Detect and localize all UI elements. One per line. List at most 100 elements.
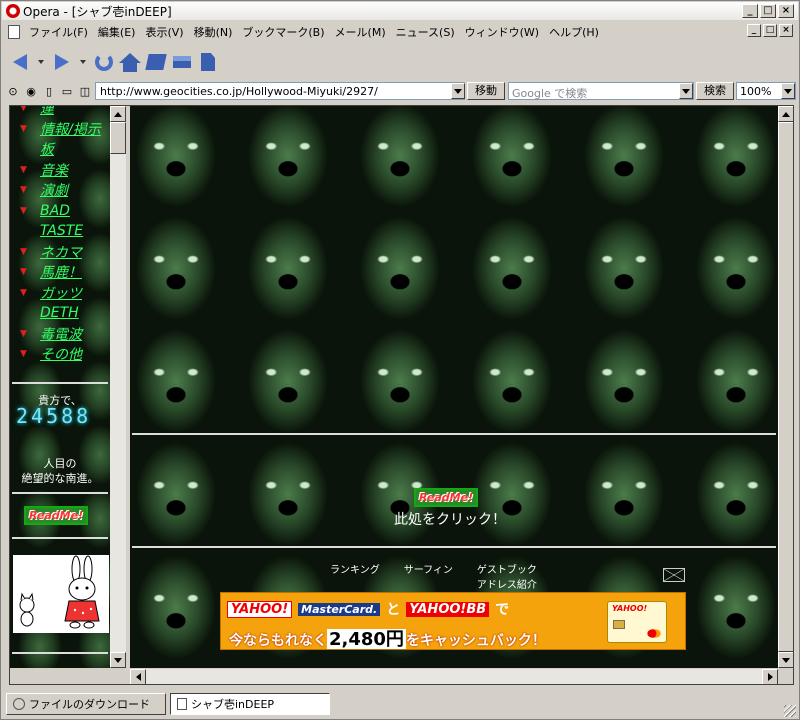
menu-help[interactable]: ヘルプ(H) xyxy=(544,24,604,40)
envelope-icon[interactable] xyxy=(663,568,685,582)
scroll-left-button[interactable] xyxy=(130,669,146,684)
arrow-down-icon: ▼ xyxy=(20,246,27,257)
menu-window[interactable]: ウィンドウ(W) xyxy=(460,24,544,40)
nav-link[interactable]: 板 xyxy=(10,139,110,160)
home-icon xyxy=(119,52,141,63)
menu-bar: ファイル(F) 編集(E) 表示(V) 移動(N) ブックマーク(B) メール(… xyxy=(2,22,798,42)
banner-yahoo: YAHOO! xyxy=(227,600,293,618)
back-arrow-icon xyxy=(13,54,27,70)
lock-icon[interactable]: ◫ xyxy=(78,84,92,98)
hotlist-icon xyxy=(145,54,167,70)
menu-news[interactable]: ニュース(S) xyxy=(391,24,460,40)
back-dropdown[interactable] xyxy=(36,51,46,73)
chevron-down-icon xyxy=(80,60,86,64)
hotlist-button[interactable] xyxy=(145,51,167,73)
page-button[interactable] xyxy=(198,51,218,73)
ranking-link[interactable]: ランキング xyxy=(330,561,380,591)
banner-yahoo-bb: YAHOO!BB xyxy=(406,601,490,617)
nav-link[interactable]: ▼ 演劇 xyxy=(10,180,110,201)
print-button[interactable] xyxy=(172,51,192,73)
forward-button[interactable] xyxy=(52,51,72,73)
divider xyxy=(12,382,108,384)
page-info-icon[interactable]: ▭ xyxy=(60,84,74,98)
scroll-up-button[interactable] xyxy=(778,106,793,122)
banner-de: で xyxy=(495,602,510,618)
go-button[interactable]: 移動 xyxy=(467,82,505,100)
menu-mail[interactable]: メール(M) xyxy=(330,24,391,40)
click-here-text[interactable]: 此処をクリック！ xyxy=(130,509,770,529)
left-vertical-scrollbar[interactable] xyxy=(110,106,126,668)
card-chip-icon xyxy=(613,620,625,629)
surfing-link[interactable]: サーフィン xyxy=(404,561,453,591)
nav-link[interactable]: ▼ ネカマ xyxy=(10,242,110,263)
divider xyxy=(12,652,108,654)
scroll-thumb[interactable] xyxy=(110,122,126,154)
camera-icon[interactable]: ◉ xyxy=(24,84,38,98)
scroll-down-button[interactable] xyxy=(110,652,126,668)
resize-grip-icon[interactable] xyxy=(784,705,796,717)
zoom-dropdown[interactable] xyxy=(781,83,795,99)
banner-line2-post: をキャッシュバック！ xyxy=(405,633,546,649)
close-button[interactable]: × xyxy=(778,4,794,18)
download-icon xyxy=(13,698,25,710)
chevron-down-icon xyxy=(784,88,792,94)
search-button[interactable]: 検索 xyxy=(696,82,734,100)
footer-links: ランキング サーフィン ゲストブック アドレス紹介 xyxy=(330,561,537,591)
readme-button[interactable]: ReadMe! xyxy=(24,506,89,525)
nav-link[interactable]: ▼ その他 xyxy=(10,344,110,365)
back-button[interactable] xyxy=(10,51,30,73)
nav-link[interactable]: ▼ 馬鹿！ xyxy=(10,262,110,283)
scroll-right-button[interactable] xyxy=(762,669,778,684)
address-input[interactable]: http://www.geocities.co.jp/Hollywood-Miy… xyxy=(95,82,465,100)
chevron-down-icon xyxy=(38,60,44,64)
tab-label: ファイルのダウンロード xyxy=(29,698,150,711)
main-horizontal-scrollbar[interactable] xyxy=(130,669,778,684)
menu-bookmarks[interactable]: ブックマーク(B) xyxy=(237,24,329,40)
nav-link[interactable]: ▼ 毒電波 xyxy=(10,324,110,345)
nav-link[interactable]: ▼ 情報/掲示 xyxy=(10,119,110,140)
scrollbar-corner xyxy=(778,669,793,684)
menu-file[interactable]: ファイル(F) xyxy=(24,24,93,40)
menu-view[interactable]: 表示(V) xyxy=(140,24,188,40)
main-vertical-scrollbar[interactable] xyxy=(778,106,793,668)
arrow-up-icon xyxy=(114,111,122,117)
tab-page[interactable]: シャブ壱inDEEP xyxy=(170,693,330,715)
nav-link[interactable]: ▼ ガッツ xyxy=(10,283,110,304)
address-dropdown[interactable] xyxy=(451,83,465,99)
menu-navigate[interactable]: 移動(N) xyxy=(189,24,238,40)
security-icon[interactable]: ⊙ xyxy=(6,84,20,98)
doc-minimize-button[interactable]: _ xyxy=(747,24,761,37)
nav-link[interactable]: ▼ 音楽 xyxy=(10,160,110,181)
readme-button-main[interactable]: ReadMe! xyxy=(414,488,479,507)
divider xyxy=(132,546,776,548)
chevron-down-icon xyxy=(682,88,690,94)
banner-and: と xyxy=(386,602,401,618)
yahoo-bb-banner[interactable]: YAHOO! MasterCard. と YAHOO!BB で 今ならもれなく 2… xyxy=(220,592,686,650)
status-bar: ファイルのダウンロード シャブ壱inDEEP xyxy=(2,689,798,719)
search-dropdown[interactable] xyxy=(679,83,693,99)
scroll-thumb[interactable] xyxy=(778,122,793,652)
arrow-down-icon: ▼ xyxy=(20,349,27,360)
main-frame: ReadMe! 此処をクリック！ ランキング サーフィン ゲストブック アドレス紹… xyxy=(130,106,778,668)
reload-icon xyxy=(95,53,113,71)
scroll-down-button[interactable] xyxy=(778,652,793,668)
maximize-button[interactable]: □ xyxy=(760,4,776,18)
nav-link[interactable]: TASTE xyxy=(10,221,110,242)
doc-restore-button[interactable]: □ xyxy=(763,24,777,37)
doc-close-button[interactable]: × xyxy=(779,24,793,37)
nav-link[interactable]: ▼ 運 xyxy=(10,106,110,119)
tab-downloads[interactable]: ファイルのダウンロード xyxy=(6,693,166,715)
blank-page-icon[interactable]: ▯ xyxy=(42,84,56,98)
scroll-up-button[interactable] xyxy=(110,106,126,122)
home-button[interactable] xyxy=(119,51,141,73)
guestbook-link[interactable]: ゲストブック アドレス紹介 xyxy=(477,561,537,591)
arrow-right-icon xyxy=(767,673,773,681)
nav-link[interactable]: ▼ BAD xyxy=(10,201,110,222)
nav-link-label: BAD xyxy=(40,202,70,219)
search-input[interactable]: Google で検索 xyxy=(508,82,694,100)
minimize-button[interactable]: _ xyxy=(742,4,758,18)
menu-edit[interactable]: 編集(E) xyxy=(93,24,141,40)
forward-dropdown[interactable] xyxy=(78,51,88,73)
reload-button[interactable] xyxy=(94,51,114,73)
nav-link[interactable]: DETH xyxy=(10,303,110,324)
